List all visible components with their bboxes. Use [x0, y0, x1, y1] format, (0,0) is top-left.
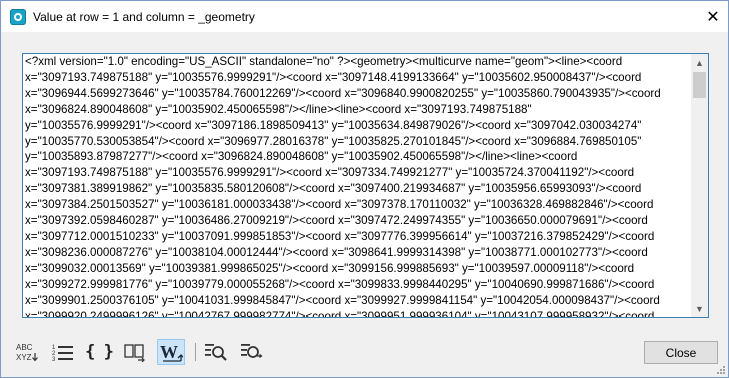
- text-line: x="3097193.749875188" y="10035576.999929…: [25, 70, 642, 84]
- svg-text:3: 3: [52, 357, 56, 362]
- app-icon: [10, 8, 26, 25]
- text-line: x="3097193.749875188" y="10035576.999929…: [25, 166, 635, 180]
- xml-text-area[interactable]: <?xml version="1.0" encoding="US_ASCII" …: [25, 54, 691, 317]
- find-next-icon: [241, 344, 263, 359]
- find-next-button[interactable]: [238, 339, 266, 365]
- abc-xyz-sort-icon: ABC XYZ: [16, 343, 38, 362]
- line-numbers-icon: 1 2 3: [52, 345, 73, 362]
- text-line: x="3099032.00013569" y="10039381.9998650…: [25, 261, 635, 275]
- text-line: y="10035770.530053854"/><coord x="309697…: [25, 134, 642, 148]
- title-bar: Value at row = 1 and column = _geometry …: [1, 1, 728, 32]
- svg-text:XYZ: XYZ: [16, 353, 32, 362]
- text-line: x="3097381.389919862" y="10035835.580120…: [25, 182, 642, 196]
- abc-xyz-sort-button[interactable]: ABC XYZ: [13, 339, 41, 365]
- window-title: Value at row = 1 and column = _geometry: [33, 9, 255, 24]
- value-viewer-dialog: Value at row = 1 and column = _geometry …: [0, 0, 729, 378]
- scroll-thumb[interactable]: [693, 72, 706, 98]
- vertical-scrollbar[interactable]: ▲ ▼: [691, 54, 708, 317]
- text-line: y="10035893.87987277"/><coord x="3096824…: [25, 150, 578, 164]
- scroll-down-arrow-icon[interactable]: ▼: [691, 300, 708, 317]
- text-line: x="3097384.2501503527" y="10036181.00003…: [25, 198, 654, 212]
- text-line: x="3097712.0001510233" y="10037091.99985…: [25, 229, 655, 243]
- word-wrap-button[interactable]: W: [157, 339, 185, 365]
- format-braces-button[interactable]: { }: [85, 339, 114, 365]
- text-line: x="3099920.2499996126" y="10042767.99998…: [25, 309, 655, 318]
- svg-text:W: W: [160, 342, 178, 362]
- text-line: x="3096944.5699273646" y="10035784.76001…: [25, 86, 661, 100]
- resize-grip-icon[interactable]: [715, 364, 725, 374]
- text-line: <?xml version="1.0" encoding="US_ASCII" …: [25, 55, 623, 68]
- close-button[interactable]: Close: [644, 341, 718, 364]
- svg-text:ABC: ABC: [16, 343, 33, 352]
- text-line: y="10035576.9999291"/><coord x="3097186.…: [25, 118, 642, 132]
- split-view-icon: [124, 344, 145, 362]
- text-line: x="3096824.890048608" y="10035902.450065…: [25, 102, 532, 116]
- text-line: x="3097392.0598460287" y="10036486.27009…: [25, 214, 648, 228]
- text-line: x="3099901.2500376105" y="10041031.99984…: [25, 293, 660, 307]
- text-line: x="3098236.000087276" y="10038104.000124…: [25, 245, 648, 259]
- line-numbers-button[interactable]: 1 2 3: [49, 339, 77, 365]
- toolbar: ABC XYZ 1 2 3 { } W: [13, 338, 274, 366]
- word-wrap-icon: W: [160, 342, 183, 362]
- close-window-icon[interactable]: ✕: [698, 1, 728, 32]
- find-icon: [205, 344, 227, 361]
- braces-icon: { }: [85, 342, 114, 362]
- find-button[interactable]: [202, 339, 230, 365]
- toolbar-separator: [195, 343, 196, 361]
- scroll-up-arrow-icon[interactable]: ▲: [691, 54, 708, 71]
- split-view-button[interactable]: [121, 339, 149, 365]
- value-text-box[interactable]: <?xml version="1.0" encoding="US_ASCII" …: [22, 53, 709, 318]
- text-line: x="3099272.999981776" y="10039779.000055…: [25, 277, 655, 291]
